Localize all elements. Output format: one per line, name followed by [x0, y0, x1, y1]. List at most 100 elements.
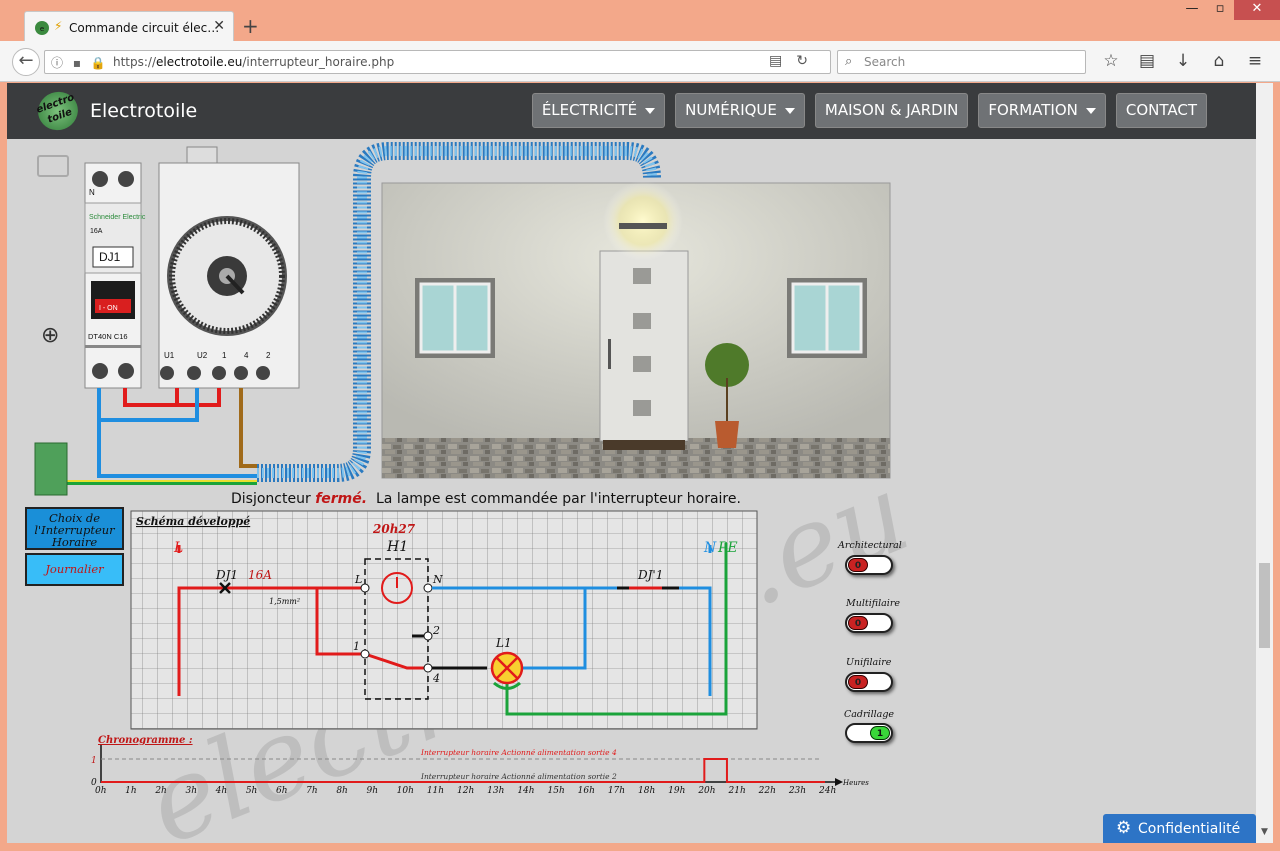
caret-down-icon	[1085, 107, 1096, 114]
chrono-tick-label: 18h	[638, 786, 655, 796]
menu-electricite[interactable]: ÉLECTRICITÉ	[531, 93, 666, 128]
main-menu: ÉLECTRICITÉ NUMÉRIQUE MAISON & JARDIN FO…	[531, 93, 1207, 128]
label-n: N	[703, 540, 717, 556]
site-favicon-icon: e	[35, 21, 49, 35]
search-icon: ⌕	[845, 54, 853, 69]
url-domain: electrotoile.eu	[156, 55, 243, 69]
chrono-tick-label: 23h	[788, 786, 806, 796]
label-l: L	[173, 540, 183, 556]
site-info-icon[interactable]: ⓘ ▪ 🔒	[51, 54, 109, 71]
breaker-terminal-n: N	[89, 188, 95, 197]
tab-bolt-icon: ⚡	[54, 19, 63, 33]
chrono-tick-label: 12h	[457, 786, 474, 796]
daily-mode-button[interactable]: Journalier	[25, 553, 124, 586]
search-placeholder: Search	[864, 55, 906, 69]
junction-box	[34, 442, 68, 496]
site-logo[interactable]: electro toile	[32, 86, 84, 136]
chrono-tick-label: 19h	[668, 786, 685, 796]
reader-and-reload-icons[interactable]: ▤↻	[769, 53, 822, 69]
confidentiality-button[interactable]: ⚙ Confidentialité	[1103, 814, 1256, 843]
chrono-tick-label: 16h	[578, 786, 595, 796]
label-t4: 4	[432, 672, 440, 685]
svg-text:e: e	[40, 25, 44, 33]
label-section: 1,5mm²	[269, 597, 300, 606]
menu-formation[interactable]: FORMATION	[978, 93, 1106, 128]
label-t1: 1	[353, 640, 360, 653]
gear-icon: ⚙	[1116, 818, 1132, 838]
scrollbar-thumb[interactable]	[1259, 563, 1270, 648]
minimize-icon[interactable]: —	[1178, 0, 1206, 20]
menu-maison-jardin[interactable]: MAISON & JARDIN	[814, 93, 969, 128]
menu-label: MAISON & JARDIN	[824, 101, 959, 119]
maximize-icon[interactable]: ▫	[1206, 0, 1234, 20]
timer-choice-button[interactable]: Choix de l'Interrupteur Horaire	[25, 507, 124, 550]
label-dj1: DJ1	[215, 568, 238, 582]
home-icon[interactable]: ⌂	[1208, 51, 1230, 71]
browser-tab[interactable]: e ⚡ Commande circuit élec… ✕	[24, 11, 234, 43]
status-state: fermé.	[315, 491, 368, 507]
label-t2: 2	[432, 624, 440, 637]
toggle-label-architectural: Architectural	[838, 540, 902, 551]
menu-label: FORMATION	[988, 101, 1078, 119]
chrono-tick-label: 5h	[246, 786, 258, 796]
menu-contact[interactable]: CONTACT	[1115, 93, 1207, 128]
label-h1: H1	[386, 539, 408, 555]
label-dj1-prime: DJ'1	[637, 568, 663, 582]
status-message: Disjoncteur fermé. La lampe est commandé…	[231, 491, 741, 507]
toggle-architectural[interactable]: 0	[845, 555, 893, 575]
bookmarks-list-icon[interactable]: ▤	[1136, 51, 1158, 71]
close-tab-icon[interactable]: ✕	[213, 18, 225, 34]
chrono-tick-label: 14h	[517, 786, 534, 796]
window-controls: — ▫ ✕	[1178, 0, 1280, 20]
breaker-switch-label: I - ON	[99, 305, 118, 312]
timer-terminal-2: 2	[266, 351, 271, 360]
chrono-tick-label: 4h	[215, 786, 228, 796]
toggle-knob: 0	[848, 616, 868, 630]
browser-tabbar: e ⚡ Commande circuit élec… ✕ + — ▫ ✕	[0, 0, 1280, 43]
toggle-label-cadrillage: Cadrillage	[844, 709, 895, 720]
chrono-line-high: Interrupteur horaire Actionné alimentati…	[420, 748, 617, 757]
breaker-label: DJ1	[99, 250, 121, 264]
label-l1: L1	[495, 636, 512, 650]
new-tab-button[interactable]: +	[242, 14, 259, 38]
chrono-line-low: Interrupteur horaire Actionné alimentati…	[420, 772, 617, 781]
site-brand[interactable]: Electrotoile	[90, 100, 197, 122]
chrono-tick-label: 13h	[487, 786, 504, 796]
page-scrollbar[interactable]: ▼	[1256, 83, 1273, 843]
timer-terminal-u2: U2	[197, 351, 208, 360]
chrono-tick-label: 20h	[697, 786, 715, 796]
window-bottom-edge	[0, 843, 1280, 851]
address-bar[interactable]: ⓘ ▪ 🔒 https://electrotoile.eu/interrupte…	[44, 50, 831, 74]
download-icon[interactable]: ↓	[1172, 51, 1194, 71]
page-viewport: DJ1 Schneider Electric 16A I - ON DT40N …	[7, 83, 1256, 843]
search-input[interactable]: ⌕ Search	[837, 50, 1086, 74]
timer-terminal-u1: U1	[164, 351, 175, 360]
menu-label: CONTACT	[1125, 101, 1197, 119]
menu-numerique[interactable]: NUMÉRIQUE	[675, 93, 805, 128]
breaker-brand: Schneider Electric	[89, 214, 146, 221]
toggle-label-multifilaire: Multifilaire	[846, 598, 900, 609]
scroll-down-arrow-icon[interactable]: ▼	[1256, 827, 1273, 843]
zoom-in-icon[interactable]: ⊕	[41, 323, 59, 348]
timer-terminal-4: 4	[244, 351, 249, 360]
toggle-cadrillage[interactable]: 1	[845, 723, 893, 743]
close-window-icon[interactable]: ✕	[1234, 0, 1280, 20]
toggle-multifilaire[interactable]: 0	[845, 613, 893, 633]
chrono-tick-label: 1h	[125, 786, 137, 796]
chrono-y-high: 1	[91, 756, 97, 766]
label-h1-n: N	[432, 573, 443, 586]
chrono-tick-label: 21h	[728, 786, 746, 796]
timer-h1[interactable]	[158, 146, 300, 389]
status-suffix: La lampe est commandée par l'interrupteu…	[376, 491, 741, 507]
fullscreen-icon[interactable]	[37, 155, 69, 177]
schema-title: Schéma développé	[136, 515, 250, 528]
toggle-unifilaire[interactable]: 0	[845, 672, 893, 692]
chrono-tick-label: 7h	[306, 786, 318, 796]
chrono-tick-label: 22h	[758, 786, 776, 796]
back-arrow-icon[interactable]: ←	[12, 48, 40, 76]
chrono-tick-label: 11h	[427, 786, 444, 796]
bookmark-star-icon[interactable]: ☆	[1100, 51, 1122, 71]
hamburger-menu-icon[interactable]: ≡	[1244, 51, 1266, 71]
toggle-knob: 0	[848, 558, 868, 572]
chrono-tick-label: 8h	[336, 786, 348, 796]
